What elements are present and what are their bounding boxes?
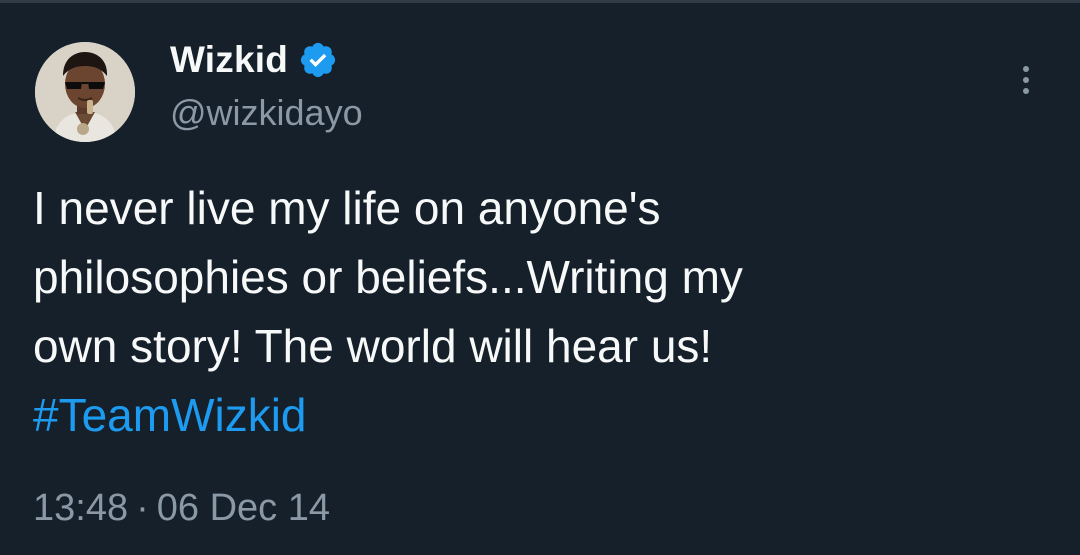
- meta-separator: ·: [136, 487, 149, 529]
- hashtag-link[interactable]: #TeamWizkid: [33, 381, 1043, 450]
- verified-badge-icon: [300, 42, 336, 78]
- avatar[interactable]: [35, 42, 135, 142]
- avatar-image: [35, 42, 135, 142]
- tweet-text-line: philosophies or beliefs...Writing my: [33, 251, 743, 303]
- author-display-name[interactable]: Wizkid: [170, 39, 288, 81]
- tweet-card: Wizkid @wizkidayo I never live my life o…: [0, 0, 1080, 555]
- more-options-button[interactable]: [1006, 58, 1046, 102]
- author-handle[interactable]: @wizkidayo: [170, 92, 363, 134]
- more-vertical-icon-dot: [1023, 88, 1029, 94]
- tweet-timestamp[interactable]: 13:48 · 06 Dec 14: [33, 487, 330, 530]
- author-name-row[interactable]: Wizkid: [170, 36, 338, 84]
- tweet-time: 13:48: [33, 487, 129, 529]
- more-vertical-icon-dot: [1023, 66, 1029, 72]
- tweet-text: I never live my life on anyone's philoso…: [33, 174, 1043, 450]
- tweet-date: 06 Dec 14: [156, 487, 330, 529]
- tweet-text-line: own story! The world will hear us!: [33, 320, 713, 372]
- tweet-text-line: I never live my life on anyone's: [33, 182, 661, 234]
- more-vertical-icon-dot: [1023, 77, 1029, 83]
